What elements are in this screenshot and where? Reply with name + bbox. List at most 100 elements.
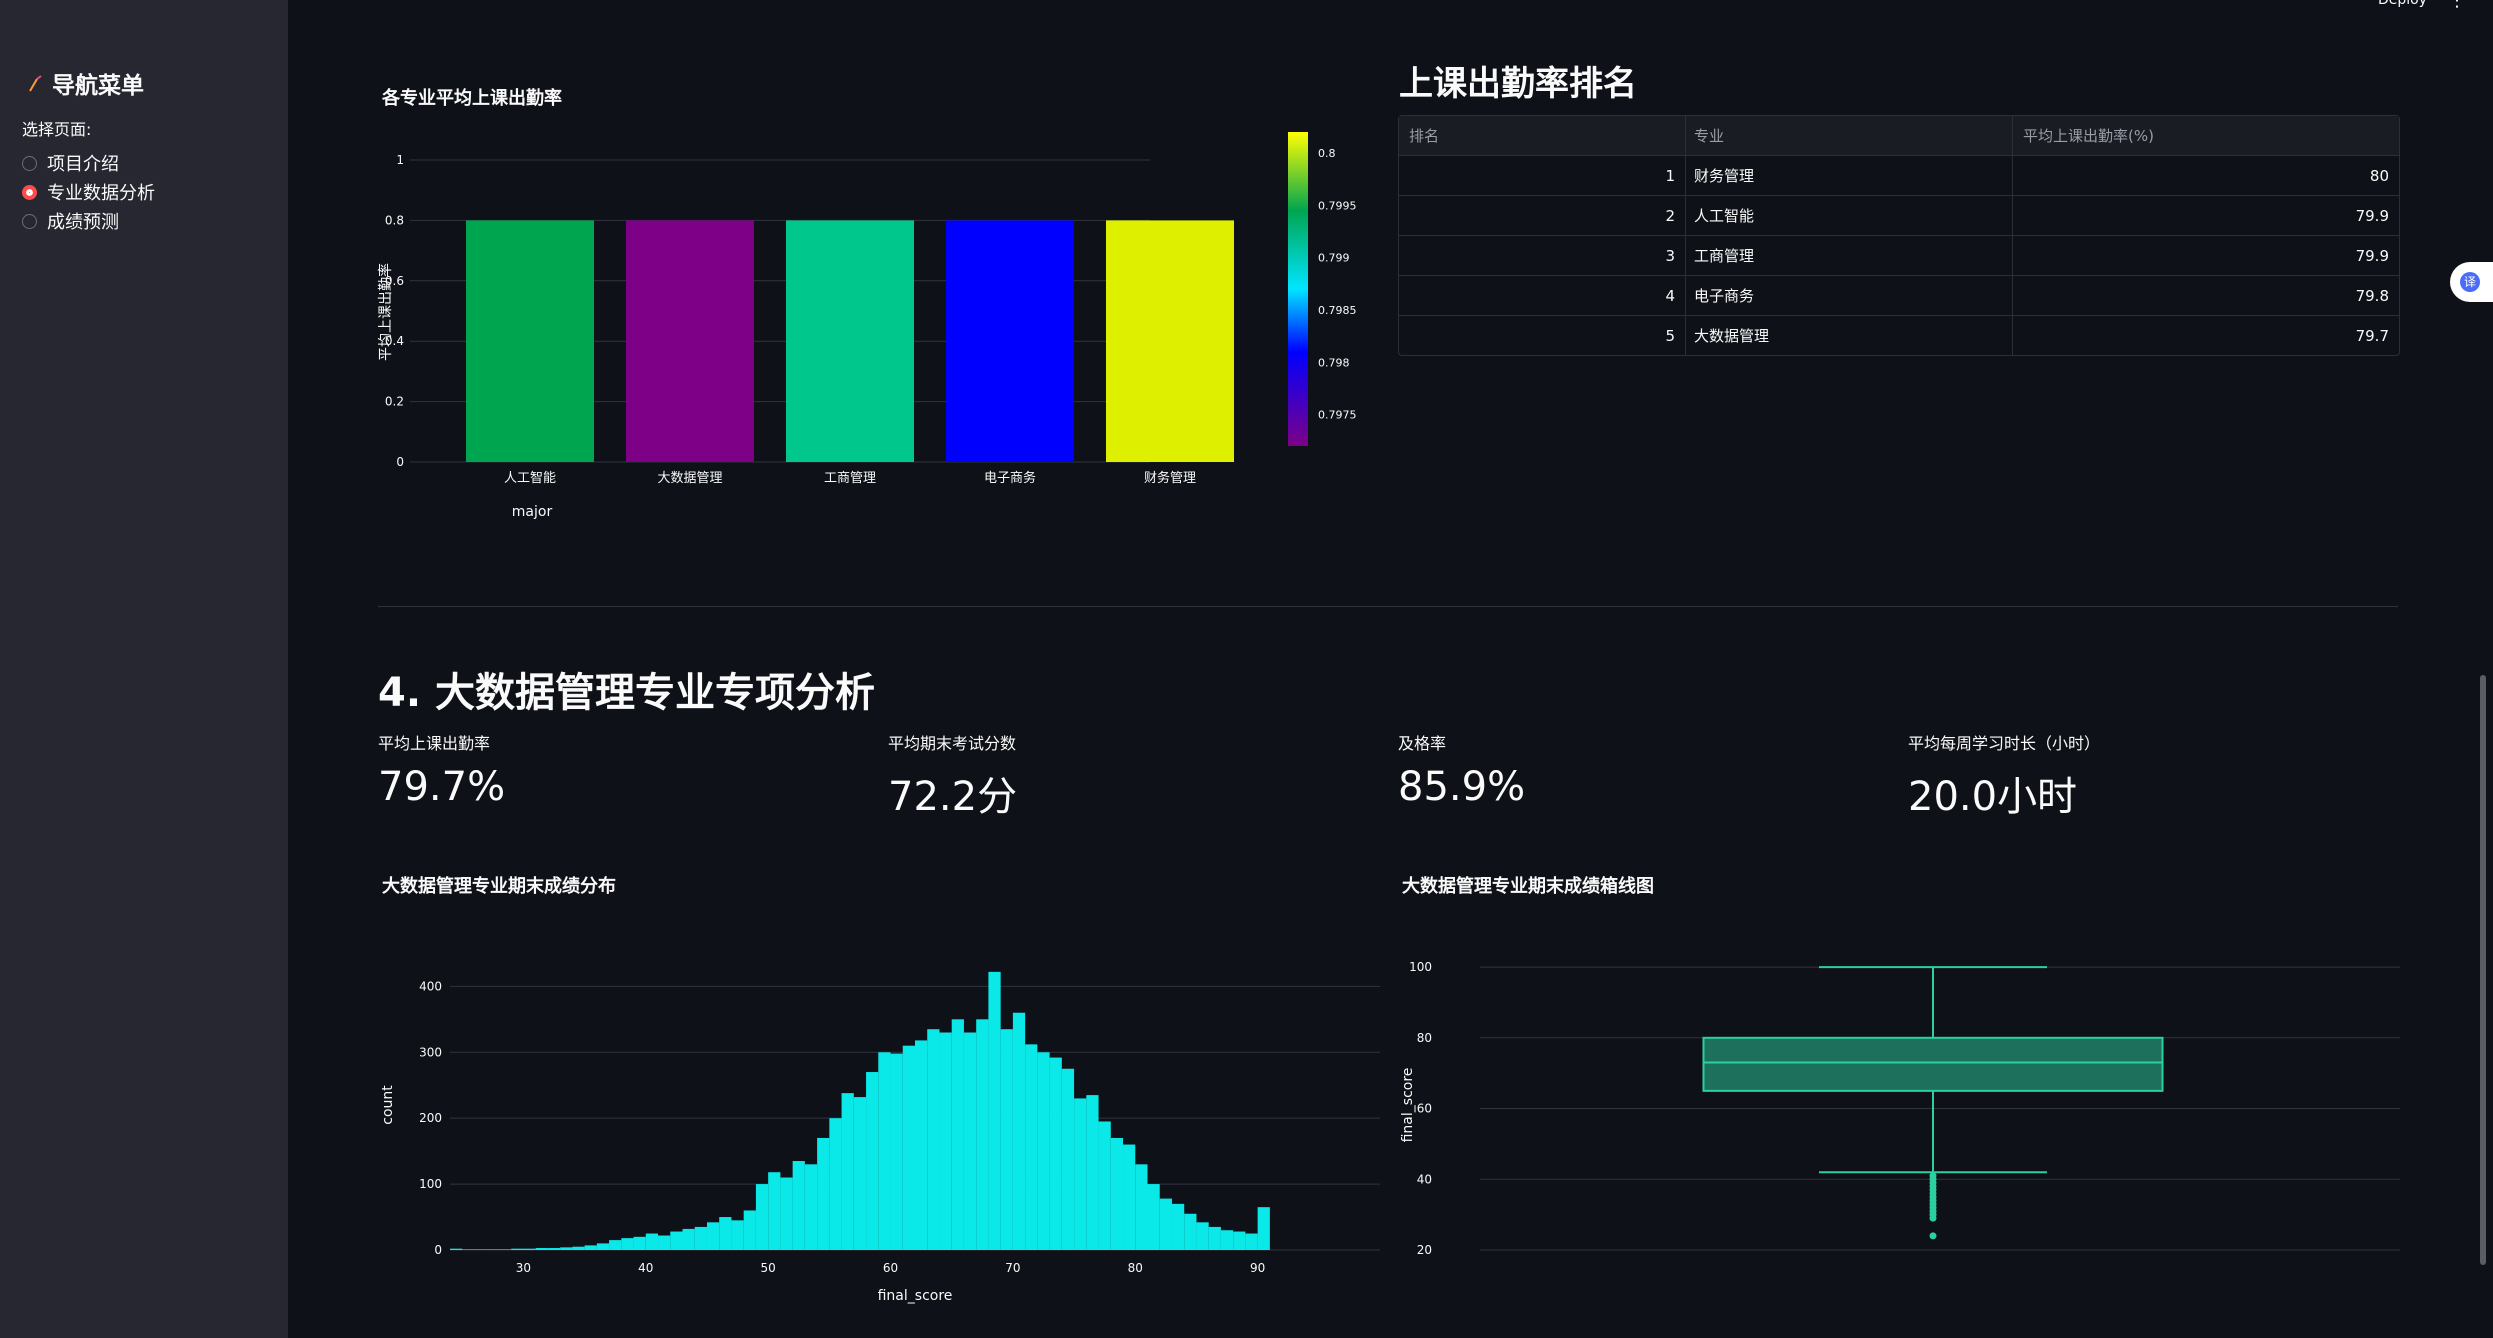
sidebar-title-text: 导航菜单 [52,73,144,99]
column-header[interactable]: 平均上课出勤率(%) [2013,116,2399,155]
page-scrollbar[interactable] [2480,675,2486,1265]
main-menu-icon[interactable]: ⋮ [2448,0,2466,11]
boxplot-y-axis-label: final_score [1400,1068,1416,1143]
deploy-button[interactable]: Deploy [2378,0,2427,8]
histogram-bar [743,1210,756,1250]
histogram-bar [768,1172,781,1250]
sidebar: 导航菜单 选择页面: 项目介绍 专业数据分析 成绩预测 [0,0,288,1338]
score-boxplot: 20 40 60 80 100 final_score [1400,960,2400,1257]
table-row: 4 电子商务 79.8 [1399,275,2399,315]
radio-option-intro[interactable]: 项目介绍 [22,150,119,176]
bar [466,220,594,462]
colorbar-tick-label: 0.8 [1318,147,1336,160]
metric-study-hours: 平均每周学习时长（小时） 20.0小时 [1908,730,2100,822]
histogram-y-axis-label: count [380,1085,396,1125]
x-tick-label: 90 [1250,1261,1265,1275]
histogram-bar [547,1248,561,1250]
histogram-bar [1012,1012,1026,1250]
boxplot-title: 大数据管理专业期末成绩箱线图 [1402,876,1654,897]
table-header: 排名 专业 平均上课出勤率(%) [1399,116,2399,155]
histogram-bar [866,1072,879,1250]
histogram-bar [1049,1057,1062,1250]
histogram-bar [1000,1029,1013,1250]
histogram-bar [1171,1203,1185,1250]
histogram-bar [1196,1222,1209,1250]
histogram-bar [719,1217,732,1250]
colorbar-tick-label: 0.7985 [1318,304,1357,317]
histogram-bar [706,1222,720,1250]
y-tick-label: 60 [1417,1102,1432,1116]
radio-circle[interactable] [22,155,37,171]
bar [946,220,1074,462]
histogram-bar [560,1247,573,1250]
x-tick-label: 80 [1128,1261,1143,1275]
bar-x-axis-label: major [512,504,553,520]
y-tick-label: 200 [419,1111,442,1125]
table-row: 1 财务管理 80 [1399,155,2399,195]
table-cell: 79.8 [2355,286,2389,305]
histogram-bar [792,1161,805,1250]
colorbar-tick-label: 0.7975 [1318,409,1357,422]
metric-label: 及格率 [1398,734,1447,753]
section4-title: 4. 大数据管理专业专项分析 [378,670,875,716]
translate-icon[interactable]: 译 [2460,272,2480,292]
radio-circle[interactable] [22,213,37,229]
x-tick-label: 60 [883,1261,898,1275]
x-tick-label: 30 [516,1261,531,1275]
histogram-bar [1074,1098,1087,1250]
radio-label: 成绩预测 [47,212,119,233]
histogram-bar [511,1248,524,1250]
table-cell: 财务管理 [1686,156,2013,195]
histogram-bar [1086,1095,1099,1250]
outlier-point [1929,1214,1937,1222]
metric-value: 72.2分 [888,774,1018,820]
table-cell: 人工智能 [1686,196,2013,235]
colorbar-tick-label: 0.798 [1318,356,1350,369]
histogram-bar [596,1243,610,1250]
histogram-bar [462,1249,475,1250]
x-tick-label: 50 [761,1261,776,1275]
histogram-bar [976,1019,989,1250]
y-tick-label: 100 [1409,960,1432,974]
nav-logo-icon [29,75,42,92]
histogram-bar [450,1248,463,1250]
metric-value: 85.9% [1398,764,1526,810]
histogram-title: 大数据管理专业期末成绩分布 [382,876,616,897]
table-cell: 3 [1399,236,1686,275]
table-cell: 1 [1399,156,1686,195]
x-tick-label: 大数据管理 [657,471,722,486]
histogram-bar [486,1249,499,1250]
y-tick-label: 0 [396,455,404,469]
table-cell: 2 [1399,196,1686,235]
histogram-bar [1025,1044,1038,1250]
x-tick-label: 人工智能 [504,471,556,486]
section-divider [378,606,2398,607]
radio-label: 项目介绍 [47,154,119,175]
histogram-bar [780,1177,793,1250]
radio-option-analysis[interactable]: 专业数据分析 [22,179,155,205]
metric-final-score: 平均期末考试分数 72.2分 [888,730,1017,822]
histogram-bar [1098,1121,1111,1250]
radio-option-predict[interactable]: 成绩预测 [22,208,119,234]
x-tick-label: 40 [638,1261,653,1275]
bar-y-axis-label: 平均上课出勤率 [377,263,394,361]
x-tick-label: 70 [1005,1261,1020,1275]
x-tick-label: 财务管理 [1144,470,1196,486]
histogram-bar [804,1164,818,1250]
translate-badge[interactable]: 译 [2450,262,2493,302]
histogram-bar [939,1032,952,1250]
sidebar-title: 导航菜单 [28,66,144,100]
table-row: 3 工商管理 79.9 [1399,235,2399,275]
histogram-bar [1257,1207,1270,1250]
histogram-bar [1123,1144,1136,1250]
column-header[interactable]: 排名 [1399,116,1686,155]
histogram-bar [817,1137,830,1250]
histogram-bar [841,1093,854,1250]
histogram-bar [645,1233,659,1250]
histogram-bar [1159,1198,1172,1250]
column-header[interactable]: 专业 [1686,116,2013,155]
histogram-bar [584,1245,597,1250]
radio-circle-selected[interactable] [22,184,37,200]
histogram-bar [621,1238,634,1250]
histogram-bar [927,1029,940,1250]
